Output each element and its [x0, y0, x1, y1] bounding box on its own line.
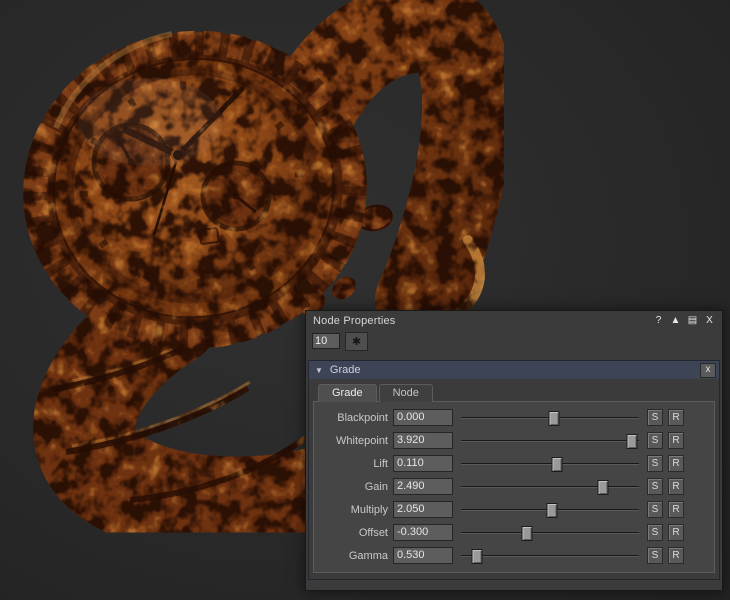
sample-button[interactable]: S — [647, 547, 663, 564]
slider-handle[interactable] — [548, 411, 559, 426]
panel-titlebar[interactable]: Node Properties ? ▲ ▤ X — [306, 311, 722, 329]
slider-handle[interactable] — [598, 480, 609, 495]
param-value-field[interactable]: -0.300 — [393, 524, 453, 541]
param-label: Multiply — [320, 504, 388, 516]
slider-track — [461, 463, 639, 465]
param-value-field[interactable]: 2.490 — [393, 478, 453, 495]
param-label: Gain — [320, 481, 388, 493]
param-list: Blackpoint 0.000 S R Whitepoint 3.920 S … — [313, 401, 715, 573]
subdial-right — [203, 163, 269, 229]
sample-button[interactable]: S — [647, 409, 663, 426]
param-row-gain: Gain 2.490 S R — [320, 475, 684, 498]
param-slider[interactable] — [461, 524, 639, 541]
sample-button[interactable]: S — [647, 478, 663, 495]
param-label: Blackpoint — [320, 412, 388, 424]
reset-button[interactable]: R — [668, 547, 684, 564]
param-label: Whitepoint — [320, 435, 388, 447]
help-icon[interactable]: ? — [652, 314, 665, 327]
close-panel-icon[interactable]: X — [703, 314, 716, 327]
param-slider[interactable] — [461, 501, 639, 518]
param-slider[interactable] — [461, 455, 639, 472]
face-glare — [78, 78, 222, 166]
panel-title: Node Properties — [313, 315, 396, 327]
pin-icon: ✱ — [352, 335, 361, 348]
param-value-field[interactable]: 0.000 — [393, 409, 453, 426]
param-slider[interactable] — [461, 547, 639, 564]
slider-handle[interactable] — [546, 503, 557, 518]
param-row-gamma: Gamma 0.530 S R — [320, 544, 684, 567]
node-title: Grade — [330, 364, 361, 376]
param-row-blackpoint: Blackpoint 0.000 S R — [320, 406, 684, 429]
date-window — [199, 228, 219, 244]
param-row-whitepoint: Whitepoint 3.920 S R — [320, 429, 684, 452]
float-panel-icon[interactable]: ▲ — [669, 314, 682, 327]
sample-button[interactable]: S — [647, 501, 663, 518]
sample-button[interactable]: S — [647, 455, 663, 472]
node-close-button[interactable]: x — [700, 363, 716, 378]
slider-track — [461, 440, 639, 442]
slider-handle[interactable] — [472, 549, 483, 564]
param-slider[interactable] — [461, 432, 639, 449]
param-value-field[interactable]: 3.920 — [393, 432, 453, 449]
collapse-icon[interactable]: ▼ — [315, 366, 323, 375]
reset-button[interactable]: R — [668, 524, 684, 541]
slider-handle[interactable] — [521, 526, 532, 541]
reset-button[interactable]: R — [668, 455, 684, 472]
tab-bar: Grade Node — [309, 379, 719, 402]
titlebar-icons: ? ▲ ▤ X — [652, 314, 716, 327]
param-row-offset: Offset -0.300 S R — [320, 521, 684, 544]
slider-handle[interactable] — [626, 434, 637, 449]
reset-button[interactable]: R — [668, 501, 684, 518]
slider-track — [461, 486, 639, 488]
grade-node-panel: ▼ Grade x Grade Node Blackpoint 0.000 S … — [308, 360, 720, 580]
param-row-lift: Lift 0.110 S R — [320, 452, 684, 475]
tab-grade[interactable]: Grade — [318, 384, 377, 402]
slider-handle[interactable] — [552, 457, 563, 472]
node-properties-panel: Node Properties ? ▲ ▤ X ✱ ▼ Grade x Grad… — [305, 310, 723, 591]
reset-button[interactable]: R — [668, 432, 684, 449]
tab-node[interactable]: Node — [379, 384, 433, 402]
reset-button[interactable]: R — [668, 409, 684, 426]
param-label: Offset — [320, 527, 388, 539]
slider-track — [461, 555, 639, 557]
param-label: Gamma — [320, 550, 388, 562]
param-value-field[interactable]: 0.530 — [393, 547, 453, 564]
slider-track — [461, 532, 639, 534]
param-value-field[interactable]: 0.110 — [393, 455, 453, 472]
reset-button[interactable]: R — [668, 478, 684, 495]
param-slider[interactable] — [461, 409, 639, 426]
pin-properties-button[interactable]: ✱ — [345, 332, 368, 351]
grade-node-header[interactable]: ▼ Grade x — [309, 361, 719, 379]
sample-button[interactable]: S — [647, 432, 663, 449]
param-slider[interactable] — [461, 478, 639, 495]
param-row-multiply: Multiply 2.050 S R — [320, 498, 684, 521]
param-label: Lift — [320, 458, 388, 470]
max-panels-input[interactable] — [312, 333, 340, 349]
stack-panels-icon[interactable]: ▤ — [686, 314, 699, 327]
panel-toolbar: ✱ — [306, 329, 722, 351]
sample-button[interactable]: S — [647, 524, 663, 541]
param-value-field[interactable]: 2.050 — [393, 501, 453, 518]
